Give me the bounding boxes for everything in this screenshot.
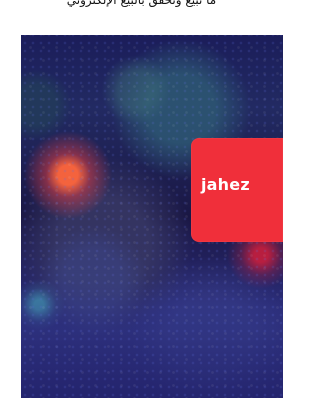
jahez-logo-text: jahez	[201, 175, 250, 194]
top-caption: ما تبيع وتحقق بالبيع الإلكتروني	[66, 0, 217, 7]
hero-floor-glow	[21, 278, 283, 398]
jahez-logo-card: jahez	[191, 138, 283, 242]
screen: ما تبيع وتحقق بالبيع الإلكتروني jahez	[0, 0, 283, 413]
hero-image: jahez	[21, 35, 283, 398]
